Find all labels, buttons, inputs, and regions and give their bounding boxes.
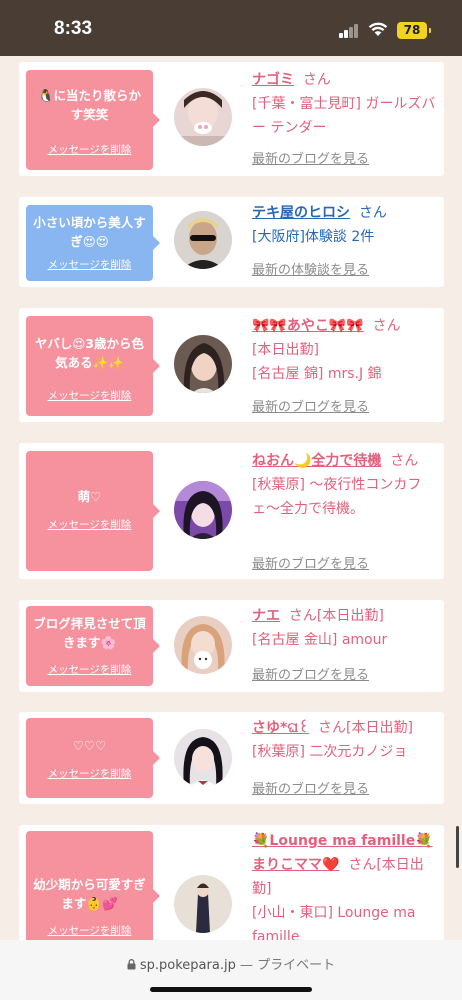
work-status: [本日出勤] [252,342,319,358]
shop-detail: [千葉・富士見町] ガールズバー テンダー [252,96,436,136]
honorific: さん[本日出勤] [318,720,413,736]
private-mode-label: プライベート [257,958,336,973]
profile-name-link[interactable]: ねおん🌙全力で待機 [252,453,381,469]
avatar[interactable] [174,481,232,539]
shop-detail: [名古屋 金山] amour [252,632,388,648]
message-text: 小さい頃から美人すぎ😍😍 [33,215,146,249]
honorific: さん [372,318,401,334]
message-text: 萌♡ [77,489,102,504]
list-item: ブログ拝見させて頂きます🌸 メッセージを削除 ナエ さん[本日出勤] [名古屋 … [19,600,444,692]
message-bubble: ♡♡♡ メッセージを削除 [26,718,160,798]
entry-info: ナエ さん[本日出勤] [名古屋 金山] amour [252,604,438,652]
message-bubble: ブログ拝見させて頂きます🌸 メッセージを削除 [26,606,160,686]
entry-info: テキ屋のヒロシ さん [大阪府]体験談 2件 [252,201,438,249]
list-item: ヤバし😍3歳から色気ある✨✨ メッセージを削除 🎀🎀あやこ🎀🎀 さん [本日出勤… [19,308,444,422]
scrollbar[interactable] [456,826,459,868]
latest-review-link[interactable]: 最新の体験談を見る [252,259,369,278]
entry-info: 💐Lounge ma famille💐まりこママ❤️ さん[本日出勤] [小山・… [252,829,438,940]
avatar[interactable] [174,616,232,674]
message-bubble: 萌♡ メッセージを削除 [26,451,160,571]
delete-message-link[interactable]: メッセージを削除 [26,517,153,532]
entry-info: 🎀🎀あやこ🎀🎀 さん [本日出勤] [名古屋 錦] mrs.J 錦 [252,314,438,386]
url-domain: sp.pokepara.jp [139,958,236,973]
delete-message-link[interactable]: メッセージを削除 [26,142,153,157]
delete-message-link[interactable]: メッセージを削除 [26,257,153,272]
list-item: 小さい頃から美人すぎ😍😍 メッセージを削除 テキ屋のヒロシ さん [大阪府]体験… [19,197,444,287]
message-text: ♡♡♡ [72,738,107,753]
entry-info: ナゴミ さん [千葉・富士見町] ガールズバー テンダー [252,68,438,140]
delete-message-link[interactable]: メッセージを削除 [26,388,153,403]
shop-detail: [小山・東口] Lounge ma famille [252,905,416,940]
message-text: ヤバし😍3歳から色気ある✨✨ [35,336,144,370]
latest-blog-link[interactable]: 最新のブログを見る [252,553,369,572]
browser-bottom-bar: sp.pokepara.jp — プライベート [0,940,462,1000]
shop-detail: [秋葉原] 二次元カノジョ [252,744,408,760]
shop-detail: [名古屋 錦] mrs.J 錦 [252,366,382,382]
honorific: さん[本日出勤] [288,608,384,624]
delete-message-link[interactable]: メッセージを削除 [26,662,153,677]
list-item: 🐧に当たり散らかす笑笑 メッセージを削除 ナゴミ さん [千葉・富士見町] ガー… [19,62,444,176]
latest-blog-link[interactable]: 最新のブログを見る [252,664,369,683]
latest-blog-link[interactable]: 最新のブログを見る [252,148,369,167]
battery-icon: 78 [397,22,431,39]
signal-icon [339,24,359,38]
message-text: 🐧に当たり散らかす笑笑 [37,88,142,122]
message-bubble: 幼少期から可愛すぎます👶💕 メッセージを削除 [26,831,160,940]
honorific: さん [302,72,331,88]
honorific: さん [390,453,419,469]
profile-name-link[interactable]: 🎀🎀あやこ🎀🎀 [252,318,364,334]
honorific: さん [358,205,387,221]
message-bubble: 🐧に当たり散らかす笑笑 メッセージを削除 [26,70,160,170]
shop-detail: [秋葉原] 〜夜行性コンカフェ〜全力で待機。 [252,477,422,517]
profile-name-link[interactable]: ナエ [252,608,280,624]
avatar[interactable] [174,88,232,146]
wifi-icon [368,22,388,36]
address-bar[interactable]: sp.pokepara.jp — プライベート [0,954,462,973]
latest-blog-link[interactable]: 最新のブログを見る [252,778,369,797]
list-item: ♡♡♡ メッセージを削除 さゆ*ଘ꒰ さん[本日出勤] [秋葉原] 二次元カノジ… [19,712,444,804]
latest-blog-link[interactable]: 最新のブログを見る [252,396,369,415]
delete-message-link[interactable]: メッセージを削除 [26,923,153,938]
avatar[interactable] [174,211,232,269]
message-list: 🐧に当たり散らかす笑笑 メッセージを削除 ナゴミ さん [千葉・富士見町] ガー… [0,56,462,940]
profile-name-link[interactable]: さゆ*ଘ꒰ [252,720,309,736]
list-item: 萌♡ メッセージを削除 ねおん🌙全力で待機 さん [秋葉原] 〜夜行性コンカフェ… [19,443,444,579]
entry-info: さゆ*ଘ꒰ さん[本日出勤] [秋葉原] 二次元カノジョ [252,716,438,764]
message-bubble: 小さい頃から美人すぎ😍😍 メッセージを削除 [26,205,160,281]
lock-icon [127,959,136,970]
status-bar: 8:33 78 [0,0,462,56]
avatar[interactable] [174,875,232,933]
message-bubble: ヤバし😍3歳から色気ある✨✨ メッセージを削除 [26,316,160,416]
message-text: ブログ拝見させて頂きます🌸 [33,616,146,650]
shop-detail: [大阪府]体験談 2件 [252,229,375,245]
delete-message-link[interactable]: メッセージを削除 [26,766,153,781]
profile-name-link[interactable]: ナゴミ [252,72,294,88]
entry-info: ねおん🌙全力で待機 さん [秋葉原] 〜夜行性コンカフェ〜全力で待機。 [252,449,438,521]
message-text: 幼少期から可愛すぎます👶💕 [33,877,146,911]
list-item: 幼少期から可愛すぎます👶💕 メッセージを削除 💐Lounge ma famill… [19,825,444,940]
clock: 8:33 [54,18,93,39]
home-indicator[interactable] [150,987,312,992]
avatar[interactable] [174,729,232,787]
avatar[interactable] [174,335,232,393]
profile-name-link[interactable]: テキ屋のヒロシ [252,205,350,221]
url-separator: — [235,958,258,973]
